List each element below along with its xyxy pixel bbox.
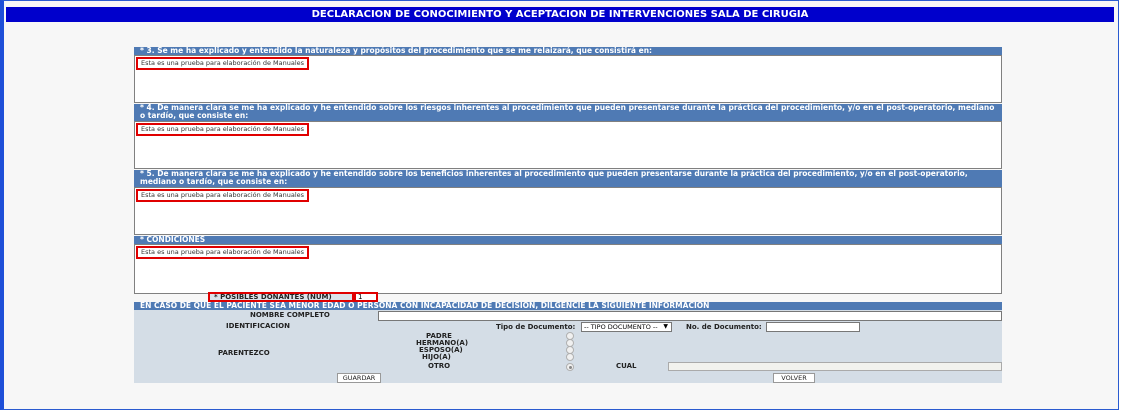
condiciones-textarea[interactable]: Esta es una prueba para elaboración de M… [134, 244, 1002, 294]
section-4-textarea[interactable]: Esta es una prueba para elaboración de M… [134, 121, 1002, 169]
option-otro-radio[interactable] [566, 363, 574, 371]
cual-input[interactable] [668, 362, 1002, 371]
consent-form: * 3. Se me ha explicado y entendido la n… [134, 47, 1002, 294]
section-5-textarea[interactable]: Esta es una prueba para elaboración de M… [134, 187, 1002, 235]
nombre-input[interactable] [378, 311, 1002, 321]
menor-header: EN CASO DE QUE EL PACIENTE SEA MENOR EDA… [134, 302, 1002, 310]
option-hijo-radio[interactable] [566, 353, 574, 361]
tipo-documento-value: -- TIPO DOCUMENTO -- [584, 323, 658, 331]
tipo-documento-select[interactable]: -- TIPO DOCUMENTO -- ▼ [581, 322, 672, 332]
no-documento-label: No. de Documento: [686, 323, 762, 331]
condiciones-header: * CONDICIONES [134, 236, 1002, 244]
parentezco-label: PARENTEZCO [218, 349, 270, 357]
guardar-button[interactable]: GUARDAR [337, 373, 381, 383]
donantes-value: 1 [358, 293, 363, 301]
option-hijo-label: HIJO(A) [422, 353, 451, 361]
section-5-text: Esta es una prueba para elaboración de M… [136, 189, 310, 202]
tipo-documento-label: Tipo de Documento: [496, 323, 576, 331]
cual-label: CUAL [616, 362, 637, 370]
chevron-down-icon: ▼ [663, 323, 668, 330]
nombre-label: NOMBRE COMPLETO [250, 311, 330, 319]
section-3-textarea[interactable]: Esta es una prueba para elaboración de M… [134, 55, 1002, 103]
page-title: DECLARACION DE CONOCIMIENTO Y ACEPTACION… [6, 7, 1114, 22]
section-5-header: * 5. De manera clara se me ha explicado … [134, 170, 1002, 187]
section-4-text: Esta es una prueba para elaboración de M… [136, 123, 310, 136]
menor-table: NOMBRE COMPLETO IDENTIFICACION Tipo de D… [134, 310, 1002, 383]
section-3-text: Esta es una prueba para elaboración de M… [136, 57, 310, 70]
section-4-header: * 4. De manera clara se me ha explicado … [134, 104, 1002, 121]
condiciones-text: Esta es una prueba para elaboración de M… [136, 246, 310, 259]
section-3-header: * 3. Se me ha explicado y entendido la n… [134, 47, 1002, 55]
volver-button[interactable]: VOLVER [773, 373, 815, 383]
no-documento-input[interactable] [766, 322, 860, 332]
donantes-label: * POSIBLES DONANTES (NUM) [214, 293, 332, 301]
identificacion-label: IDENTIFICACION [226, 322, 290, 330]
option-otro-label: OTRO [428, 362, 451, 370]
